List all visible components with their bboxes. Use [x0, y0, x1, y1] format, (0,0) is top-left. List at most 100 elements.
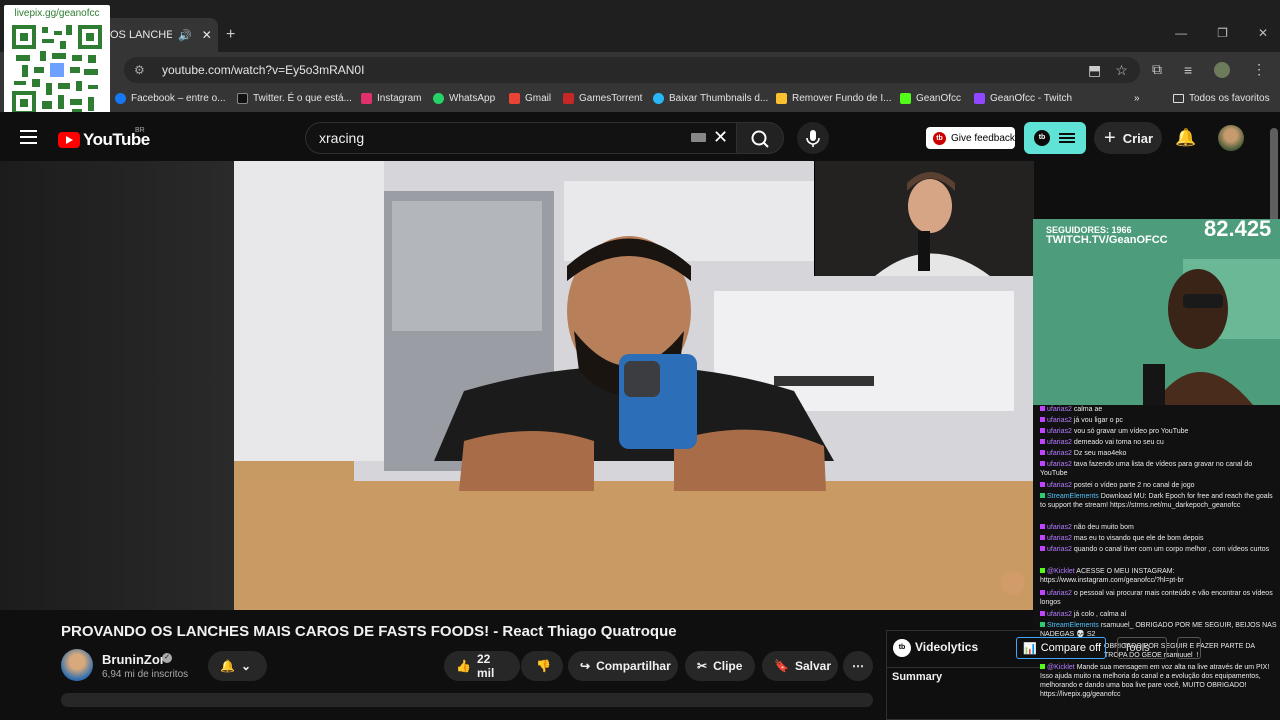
search-input[interactable]: xracing: [305, 122, 737, 154]
thumbnails-icon: [653, 93, 664, 104]
facebook-icon: [115, 93, 126, 104]
restore-icon[interactable]: ❐: [1217, 26, 1228, 40]
close-window-icon[interactable]: ✕: [1258, 26, 1268, 40]
url-text[interactable]: youtube.com/watch?v=Ey5o3mRAN0I: [162, 63, 364, 77]
tools-button[interactable]: Tools: [1117, 637, 1167, 659]
clear-search-icon[interactable]: ✕: [713, 127, 728, 148]
chat-message: ufarias2 tava fazendo uma lista de vídeo…: [1040, 461, 1253, 477]
speaker-icon[interactable]: 🔊: [178, 29, 192, 42]
close-panel-icon[interactable]: [1177, 637, 1201, 659]
compare-toggle[interactable]: 📊 Compare off: [1016, 637, 1106, 659]
media-control-icon[interactable]: ≡: [1184, 62, 1192, 78]
badge-icon: [1040, 590, 1045, 595]
extensions-icon[interactable]: ⧉: [1152, 61, 1162, 78]
instagram-icon: [361, 93, 372, 104]
badge-icon: [1040, 439, 1045, 444]
chat-message: ufarias2 postei o vídeo parte 2 no canal…: [1040, 481, 1278, 490]
twitch-icon: [974, 93, 985, 104]
bookmark-twitch[interactable]: GeanOfcc - Twitch: [974, 93, 1072, 104]
badge-icon: [1040, 406, 1045, 411]
subscription-bell-button[interactable]: 🔔 ⌄: [208, 651, 267, 681]
bookmark-gamestorrent[interactable]: GamesTorrent: [563, 93, 642, 104]
search-button[interactable]: [736, 122, 784, 154]
description-box[interactable]: [61, 693, 873, 707]
videolytics-logo-icon: tb: [933, 131, 946, 145]
more-actions-button[interactable]: ⋯: [843, 651, 873, 681]
channel-name[interactable]: BruninZor: [102, 652, 165, 667]
notifications-bell-icon[interactable]: 🔔: [1175, 128, 1196, 148]
bookmark-thumbnails[interactable]: Baixar Thumbnails d...: [653, 93, 768, 104]
kick-icon: [900, 93, 911, 104]
badge-icon: [1040, 524, 1045, 529]
site-info-icon[interactable]: ⚙: [134, 63, 150, 77]
all-bookmarks[interactable]: Todos os favoritos: [1173, 93, 1270, 104]
badge-icon: [1040, 568, 1045, 573]
chat-message: ufarias2 o pessoal vai procurar mais con…: [1040, 590, 1273, 606]
new-tab-button[interactable]: +: [226, 26, 235, 44]
bookmark-remover-fundo[interactable]: Remover Fundo de I...: [776, 93, 892, 104]
badge-icon: [1040, 428, 1045, 433]
browser-tab-active[interactable]: OS LANCHES M 🔊 ✕: [100, 18, 218, 52]
voice-search-button[interactable]: [797, 122, 829, 154]
like-button[interactable]: 👍 22 mil: [444, 651, 520, 681]
bookmark-instagram[interactable]: Instagram: [361, 93, 421, 104]
bookmark-kick[interactable]: GeanOfcc: [900, 93, 961, 104]
badge-icon: [1040, 664, 1045, 669]
search-value[interactable]: xracing: [319, 130, 364, 146]
badge-icon: [1040, 461, 1045, 466]
badge-icon: [1040, 450, 1045, 455]
user-avatar[interactable]: [1218, 125, 1244, 151]
streamer-image: [1033, 219, 1280, 405]
webcam-overlay-reactor: [814, 161, 1034, 276]
youtube-play-icon: [58, 132, 80, 148]
channel-avatar[interactable]: [61, 649, 93, 681]
badge-icon: [1040, 535, 1045, 540]
dislike-button[interactable]: 👎: [521, 651, 563, 681]
hamburger-menu-icon[interactable]: [20, 130, 37, 148]
save-button[interactable]: 🔖 Salvar: [762, 651, 838, 681]
tab-title: OS LANCHES M: [110, 29, 172, 41]
share-icon: ↪: [580, 659, 591, 673]
bookmark-facebook[interactable]: Facebook – entre o...: [115, 93, 226, 104]
chat-message: ufarias2 não deu muito bom: [1040, 523, 1278, 532]
chat-message: @Kicklet ACESSE O MEU INSTAGRAM: https:/…: [1040, 568, 1184, 584]
bookmark-whatsapp[interactable]: WhatsApp: [433, 93, 495, 104]
create-button[interactable]: + Criar: [1094, 122, 1162, 154]
gamestorrent-icon: [563, 93, 574, 104]
bookmark-twitter[interactable]: Twitter. É o que está...: [237, 93, 352, 104]
bookmark-star-icon[interactable]: ☆: [1115, 62, 1128, 79]
videolytics-icon: tb: [1034, 130, 1050, 146]
plus-icon: +: [1104, 126, 1116, 149]
bell-icon: 🔔: [220, 659, 235, 673]
webcam-person-image: [815, 161, 1034, 276]
whatsapp-icon: [433, 93, 444, 104]
install-app-icon[interactable]: ⬒: [1088, 62, 1101, 79]
keyboard-icon[interactable]: [691, 133, 706, 142]
chat-message: ufarias2 já colo , calma aí: [1040, 610, 1278, 619]
scissors-icon: ✂: [697, 659, 708, 673]
minimize-icon[interactable]: —: [1175, 26, 1187, 40]
badge-icon: [1040, 622, 1045, 627]
close-tab-icon[interactable]: ✕: [202, 28, 212, 42]
divider: [886, 667, 1040, 668]
summary-heading: Summary: [892, 671, 943, 683]
more-menu-icon[interactable]: ⋮: [1252, 61, 1266, 78]
list-icon: [1059, 133, 1075, 135]
chat-message: ufarias2 demeado vai toma no seu cu: [1040, 438, 1278, 447]
twitch-channel-label: TWITCH.TV/GeanOFCC: [1046, 234, 1168, 246]
x-icon: [237, 93, 248, 104]
share-button[interactable]: ↪ Compartilhar: [568, 651, 678, 681]
profile-avatar[interactable]: [1214, 61, 1231, 78]
gmail-icon: [509, 93, 520, 104]
bookmark-gmail[interactable]: Gmail: [509, 93, 551, 104]
thumbs-down-icon: 👎: [536, 659, 551, 673]
give-feedback-button[interactable]: tb Give feedback: [926, 127, 1015, 149]
qr-label: livepix.gg/geanofcc: [14, 8, 100, 19]
browser-right-icons: ⧉ ≡ ⋮: [1152, 61, 1266, 78]
clip-button[interactable]: ✂ Clipe: [685, 651, 755, 681]
videolytics-toggle-button[interactable]: tb: [1024, 122, 1086, 154]
address-bar[interactable]: ⚙ youtube.com/watch?v=Ey5o3mRAN0I: [124, 57, 1140, 83]
bookmarks-overflow-icon[interactable]: »: [1134, 93, 1140, 104]
videolytics-logo-icon: tb: [893, 639, 911, 657]
address-bar-actions: ⬒ ☆: [1088, 62, 1128, 79]
